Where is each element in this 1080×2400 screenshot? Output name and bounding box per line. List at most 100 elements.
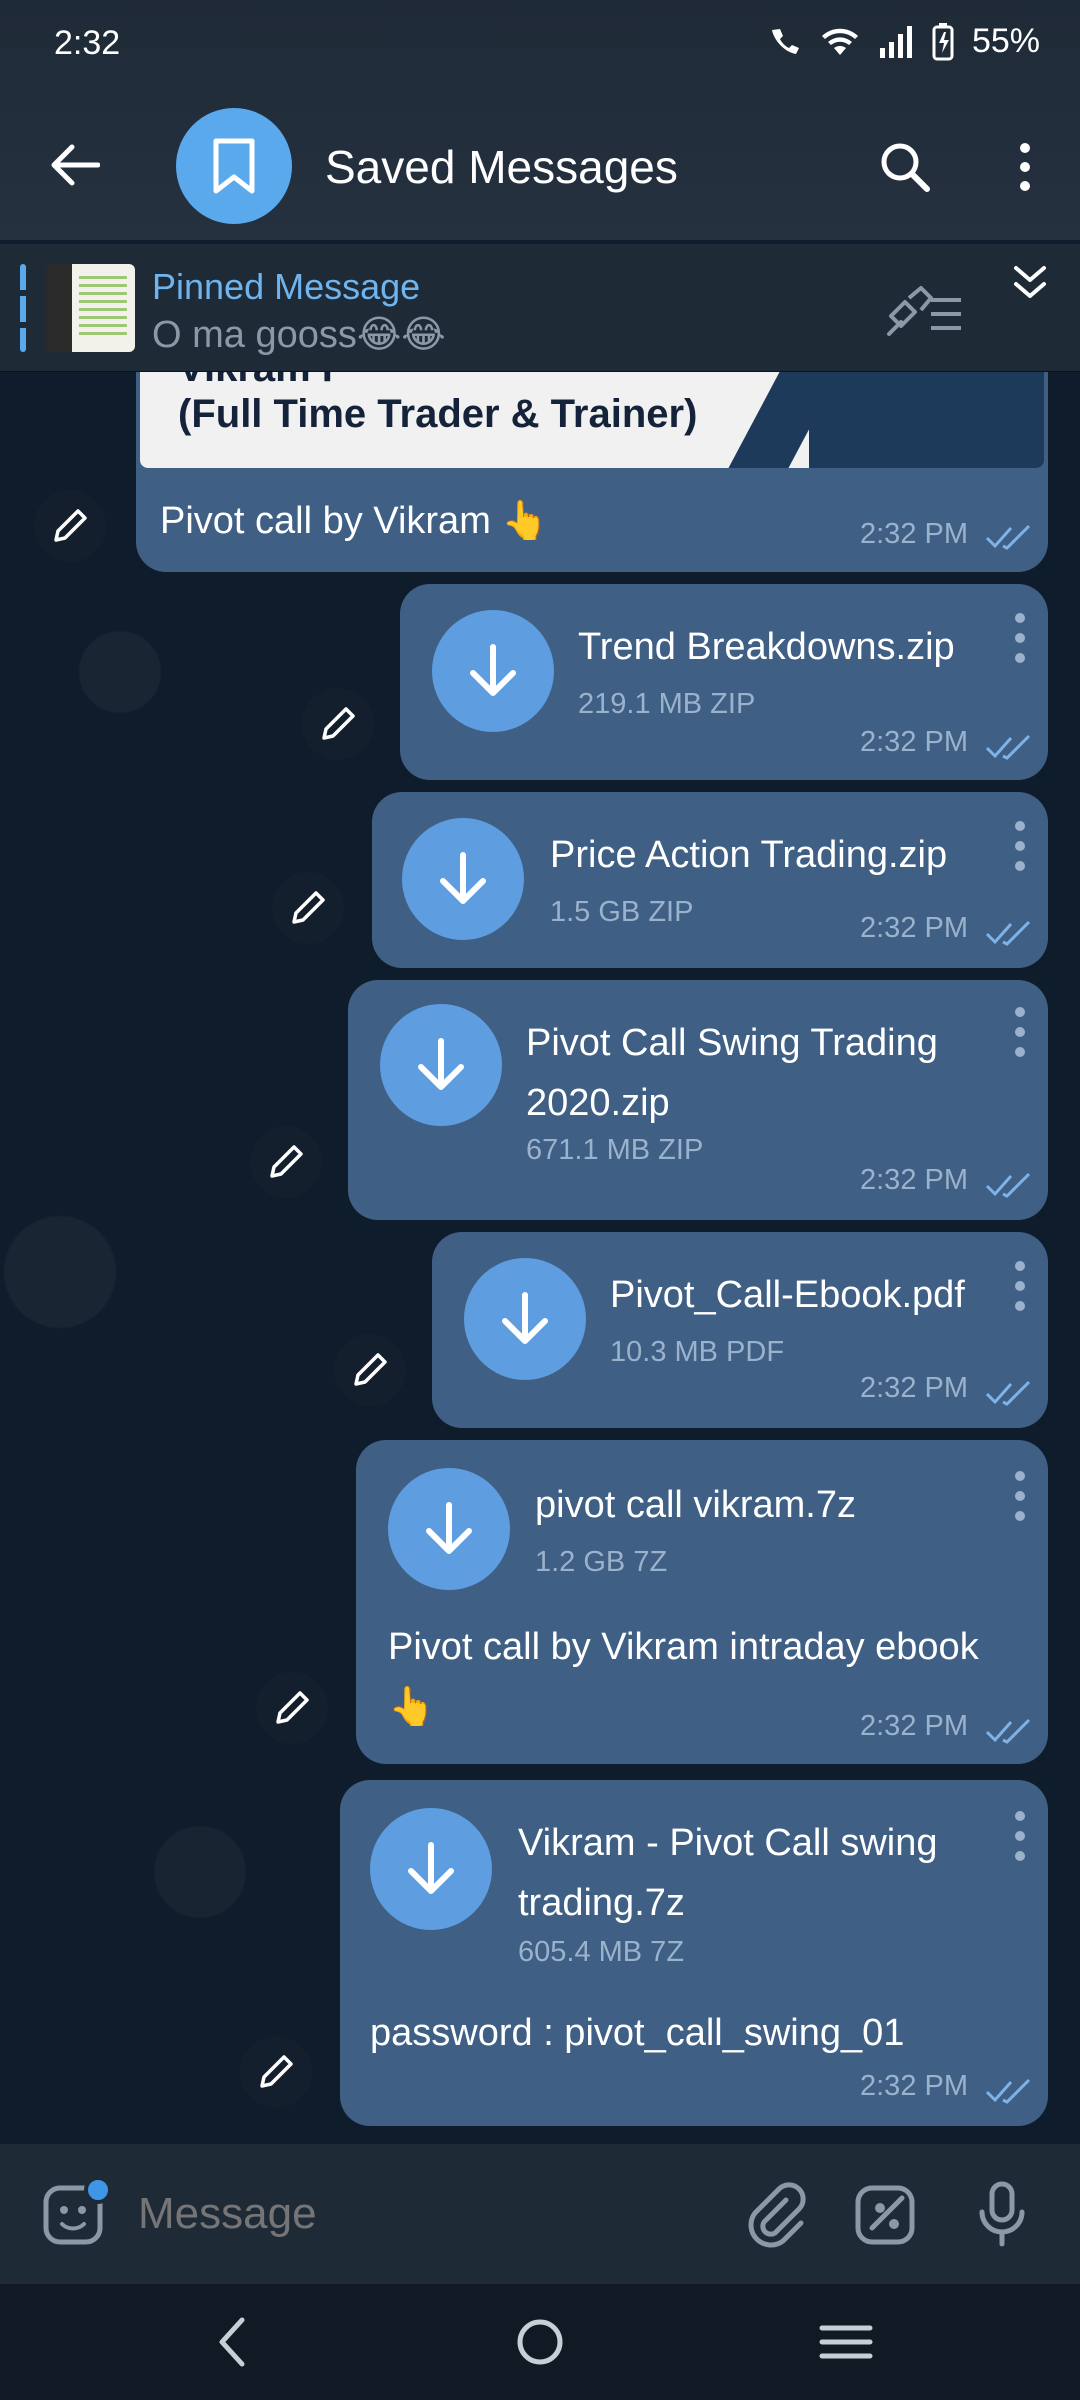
top-bar: 2:32 55% Saved Messages [0,0,1080,240]
download-button[interactable] [432,610,554,732]
pinned-title: Pinned Message [152,266,421,307]
message-list[interactable]: Vikram P (Full Time Trader & Trainer) Pi… [0,372,1080,2140]
sticker-draw-icon[interactable] [850,2178,922,2250]
file-size: 671.1 MB ZIP [526,1134,704,1166]
download-arrow-icon [418,1038,464,1090]
pencil-icon [260,2055,293,2088]
download-arrow-icon [502,1292,548,1344]
file-name: pivot call vikram.7z [535,1484,856,1526]
file-name-line1: Pivot Call Swing Trading [526,1022,938,1064]
system-nav-bar [0,2284,1080,2400]
message-caption-line2: 👆 [388,1686,436,1728]
file-name-line2: 2020.zip [526,1082,670,1124]
pinned-thumbnail [45,264,135,352]
file-name-line2: trading.7z [518,1882,685,1924]
double-check-icon [985,1380,1031,1406]
more-menu-button[interactable] [1000,132,1050,202]
pencil-icon [354,1353,387,1386]
status-time: 2:32 [54,24,121,62]
file-more-icon[interactable] [1010,818,1030,874]
back-button[interactable] [40,130,110,200]
message-time: 2:32 PM [860,1710,968,1742]
file-name: Pivot_Call-Ebook.pdf [610,1274,965,1316]
download-arrow-icon [470,644,516,696]
message-caption: Pivot call by Vikram 👆 [160,500,549,542]
edit-button[interactable] [240,2036,312,2108]
message-input[interactable] [138,2182,698,2246]
pinned-indicator [20,264,26,352]
file-size: 1.5 GB ZIP [550,896,694,928]
image-attachment[interactable]: Vikram P (Full Time Trader & Trainer) [140,372,1044,468]
battery-percent: 55% [971,22,1040,60]
file-size: 219.1 MB ZIP [578,688,756,720]
file-more-icon[interactable] [1010,1258,1030,1314]
pencil-icon [292,891,325,924]
download-arrow-icon [426,1502,472,1554]
message-caption: password : pivot_call_swing_01 [370,2012,905,2054]
search-button[interactable] [870,132,940,202]
file-more-icon[interactable] [1010,610,1030,666]
double-check-icon [985,920,1031,946]
message-time: 2:32 PM [860,518,968,550]
file-size: 605.4 MB 7Z [518,1936,685,1968]
edit-button[interactable] [256,1672,328,1744]
edit-button[interactable] [302,688,374,760]
download-button[interactable] [464,1258,586,1380]
edit-button[interactable] [250,1126,322,1198]
message-time: 2:32 PM [860,726,968,758]
chat-title[interactable]: Saved Messages [325,140,678,194]
chat-header: Saved Messages [0,100,1080,230]
download-arrow-icon [440,852,486,904]
more-vertical-icon [1020,143,1030,191]
file-name: Price Action Trading.zip [550,834,948,876]
chevron-double-down-icon[interactable] [1000,254,1060,314]
paperclip-icon[interactable] [740,2178,812,2250]
status-bar: 2:32 55% [0,0,1080,88]
status-icons: 55% [766,22,1040,61]
download-button[interactable] [402,818,524,940]
file-name-line1: Vikram - Pivot Call swing [518,1822,938,1864]
signal-icon [879,25,912,58]
message-time: 2:32 PM [860,2070,968,2102]
pencil-icon [270,1145,303,1178]
pin-list-icon[interactable] [885,280,965,340]
double-check-icon [985,734,1031,760]
wifi-call-icon [771,28,799,54]
file-size: 1.2 GB 7Z [535,1546,668,1578]
download-button[interactable] [370,1808,492,1930]
download-arrow-icon [408,1842,454,1894]
bookmark-icon [213,138,255,194]
pencil-icon [276,1691,309,1724]
double-check-icon [985,1172,1031,1198]
banner-line2: (Full Time Trader & Trainer) [178,392,698,436]
avatar[interactable] [176,108,292,224]
nav-back-icon[interactable] [200,2306,272,2378]
double-check-icon [985,1718,1031,1744]
pencil-icon [54,509,87,542]
message-caption-line1: Pivot call by Vikram intraday ebook [388,1626,979,1668]
notification-dot [84,2176,112,2204]
message-time: 2:32 PM [860,912,968,944]
nav-menu-icon[interactable] [810,2306,882,2378]
file-more-icon[interactable] [1010,1808,1030,1864]
file-more-icon[interactable] [1010,1468,1030,1524]
double-check-icon [985,524,1031,550]
search-icon [881,143,930,192]
microphone-icon[interactable] [966,2178,1038,2250]
edit-button[interactable] [272,872,344,944]
message-composer [0,2144,1080,2284]
wifi-icon [821,28,858,55]
banner-line1: Vikram P [178,372,349,391]
nav-home-icon[interactable] [504,2306,576,2378]
file-name: Trend Breakdowns.zip [578,626,955,668]
back-arrow-icon [51,144,100,186]
download-button[interactable] [380,1004,502,1126]
edit-button[interactable] [334,1334,406,1406]
double-check-icon [985,2078,1031,2104]
file-more-icon[interactable] [1010,1004,1030,1060]
pinned-text: O ma gooss😂😂 [152,314,446,356]
pinned-message-bar[interactable]: Pinned Message O ma gooss😂😂 [0,244,1080,372]
battery-icon [932,22,954,60]
download-button[interactable] [388,1468,510,1590]
edit-button[interactable] [34,490,106,562]
